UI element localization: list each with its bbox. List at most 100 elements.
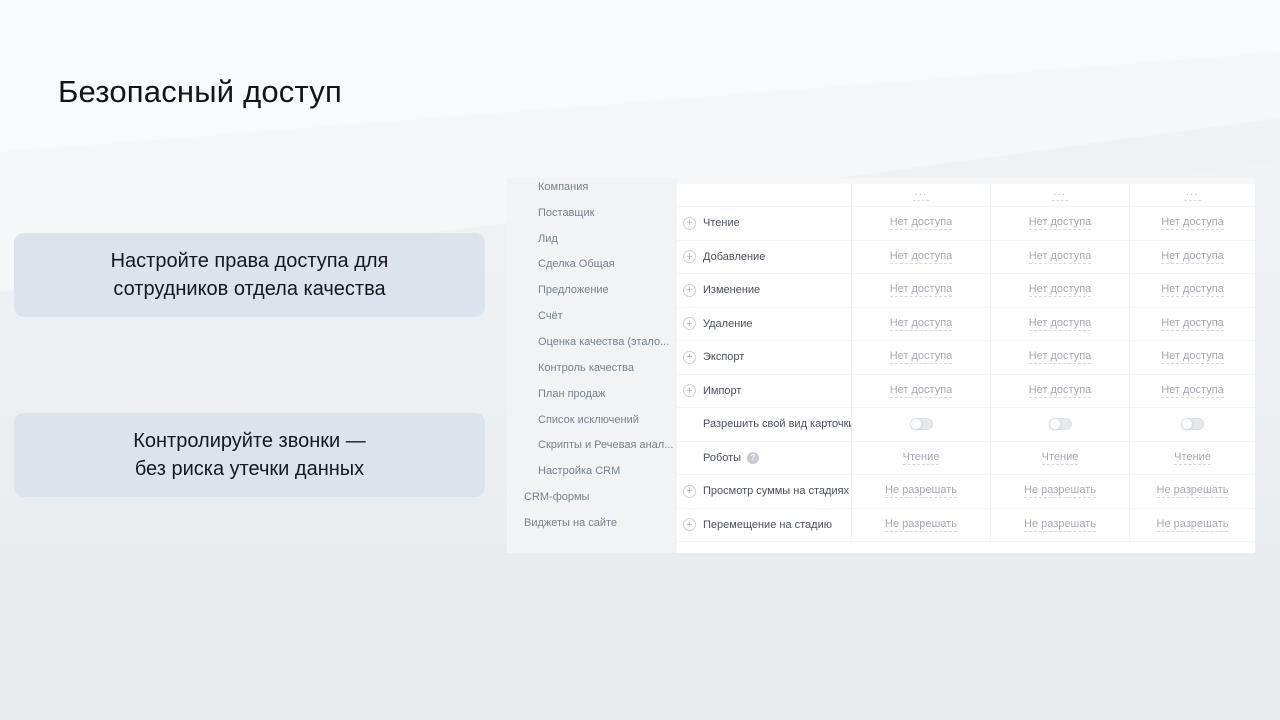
permission-value-cell: Не разрешать <box>990 475 1129 509</box>
permission-value-cell: Не разрешать <box>990 509 1129 543</box>
permission-row-label-cell: +Разрешить свой вид карточки <box>677 408 851 442</box>
permission-value-link[interactable]: Нет доступа <box>1029 350 1092 364</box>
toggle-knob <box>1049 418 1061 430</box>
permission-label: Перемещение на стадию <box>703 519 832 531</box>
permission-value-link[interactable]: Нет доступа <box>1029 283 1092 297</box>
permission-value-cell: Чтение <box>851 442 990 476</box>
permission-value-cell: Не разрешать <box>1129 475 1255 509</box>
sidebar-item[interactable]: Счёт <box>507 303 677 329</box>
permission-value-link[interactable]: Не разрешать <box>1024 484 1096 498</box>
permission-row-label-cell: +Роботы? <box>677 442 851 476</box>
permission-row-label-cell: + Удаление <box>677 308 851 342</box>
sidebar-item-label: Контроль качества <box>538 362 634 374</box>
permission-label: Чтение <box>703 217 740 229</box>
expand-plus-icon[interactable]: + <box>683 284 696 297</box>
expand-plus-icon[interactable]: + <box>683 317 696 330</box>
permission-value-link[interactable]: Нет доступа <box>890 283 953 297</box>
presentation-slide: Безопасный доступ Настройте права доступ… <box>0 0 1280 720</box>
permission-value-link[interactable]: Нет доступа <box>1161 250 1224 264</box>
column-more-menu[interactable]: ... <box>1184 190 1201 201</box>
permission-value-link[interactable]: Нет доступа <box>890 216 953 230</box>
help-icon[interactable]: ? <box>747 452 759 464</box>
sidebar-item[interactable]: План продаж <box>507 381 677 407</box>
permission-value-link[interactable]: Нет доступа <box>1161 216 1224 230</box>
expand-plus-icon[interactable]: + <box>683 351 696 364</box>
permission-value-link[interactable]: Не разрешать <box>885 518 957 532</box>
permission-value-link[interactable]: Чтение <box>1042 451 1079 465</box>
table-corner-cell <box>677 184 851 207</box>
permission-label: Роботы <box>703 452 741 464</box>
sidebar-item[interactable]: Контроль качества <box>507 355 677 381</box>
sidebar-item[interactable]: Виджеты на сайте <box>507 510 677 536</box>
permission-value-link[interactable]: Чтение <box>903 451 940 465</box>
column-header-cell: ... <box>1129 184 1255 207</box>
permission-value-cell: Нет доступа <box>990 207 1129 241</box>
expand-plus-icon[interactable]: + <box>683 485 696 498</box>
permission-label: Импорт <box>703 385 741 397</box>
permission-value-cell: Чтение <box>990 442 1129 476</box>
permission-value-cell: Не разрешать <box>1129 509 1255 543</box>
permission-label: Удаление <box>703 318 753 330</box>
permission-value-link[interactable]: Не разрешать <box>885 484 957 498</box>
sidebar-item[interactable]: Компания <box>507 174 677 200</box>
sidebar-item[interactable]: Поставщик <box>507 200 677 226</box>
permission-value-link[interactable]: Нет доступа <box>890 350 953 364</box>
sidebar-item-label: Настройка CRM <box>538 465 620 477</box>
permission-value-link[interactable]: Нет доступа <box>1161 283 1224 297</box>
expand-plus-icon[interactable]: + <box>683 384 696 397</box>
permission-label: Добавление <box>703 251 765 263</box>
permission-value-cell: Нет доступа <box>1129 341 1255 375</box>
permission-value-link[interactable]: Нет доступа <box>890 384 953 398</box>
expand-plus-icon[interactable]: + <box>683 250 696 263</box>
sidebar-item-label: CRM-формы <box>524 491 589 503</box>
permission-value-link[interactable]: Не разрешать <box>1157 484 1229 498</box>
sidebar-item[interactable]: Предложение <box>507 277 677 303</box>
sidebar-item[interactable]: Оценка качества (этало... <box>507 329 677 355</box>
permission-value-cell: Нет доступа <box>1129 308 1255 342</box>
permission-value-link[interactable]: Не разрешать <box>1024 518 1096 532</box>
permission-value-link[interactable]: Нет доступа <box>1029 384 1092 398</box>
permission-value-link[interactable]: Нет доступа <box>1029 317 1092 331</box>
sidebar-item[interactable]: Лид <box>507 226 677 252</box>
permission-value-cell: Нет доступа <box>851 207 990 241</box>
card-view-toggle[interactable] <box>1181 418 1204 430</box>
sidebar-item[interactable]: Список исключений <box>507 407 677 433</box>
permission-value-link[interactable]: Нет доступа <box>1161 350 1224 364</box>
sidebar-item-label: План продаж <box>538 388 605 400</box>
card-view-toggle[interactable] <box>910 418 933 430</box>
column-more-menu[interactable]: ... <box>913 190 930 201</box>
sidebar-item-label: Счёт <box>538 310 563 322</box>
permission-value-link[interactable]: Нет доступа <box>1029 216 1092 230</box>
sidebar-item-label: Список исключений <box>538 414 639 426</box>
expand-plus-icon[interactable]: + <box>683 217 696 230</box>
permission-value-cell: Нет доступа <box>990 241 1129 275</box>
permission-row-label-cell: + Добавление <box>677 241 851 275</box>
permission-value-link[interactable]: Нет доступа <box>1161 384 1224 398</box>
sidebar-item[interactable]: Настройка CRM <box>507 458 677 484</box>
permission-value-link[interactable]: Нет доступа <box>1029 250 1092 264</box>
permission-value-link[interactable]: Нет доступа <box>1161 317 1224 331</box>
callout-text: Настройте права доступа для сотрудников … <box>111 247 389 303</box>
permission-value-cell: Нет доступа <box>990 308 1129 342</box>
permission-row-label-cell: + Экспорт <box>677 341 851 375</box>
sidebar-item[interactable]: CRM-формы <box>507 484 677 510</box>
crm-permissions-card: ......... + Чтение Нет доступа Нет доступа Не… <box>677 178 1255 553</box>
sidebar-item[interactable]: Сделка Общая <box>507 252 677 278</box>
column-more-menu[interactable]: ... <box>1052 190 1069 201</box>
toggle-knob <box>910 418 922 430</box>
column-header-cell: ... <box>851 184 990 207</box>
sidebar-item-label: Скрипты и Речевая анал... <box>538 439 673 451</box>
sidebar-item-label: Оценка качества (этало... <box>538 336 669 348</box>
sidebar-item[interactable]: Скрипты и Речевая анал... <box>507 432 677 458</box>
permission-value-cell: Нет доступа <box>851 375 990 409</box>
callout-card-calls-control: Контролируйте звонки — без риска утечки … <box>14 413 485 497</box>
permission-value-link[interactable]: Нет доступа <box>890 250 953 264</box>
expand-plus-icon[interactable]: + <box>683 518 696 531</box>
permission-value-link[interactable]: Нет доступа <box>890 317 953 331</box>
permission-row-label-cell: + Изменение <box>677 274 851 308</box>
permission-label: Изменение <box>703 284 760 296</box>
permission-value-link[interactable]: Чтение <box>1174 451 1211 465</box>
permission-label: Экспорт <box>703 351 744 363</box>
card-view-toggle[interactable] <box>1049 418 1072 430</box>
permission-value-link[interactable]: Не разрешать <box>1157 518 1229 532</box>
